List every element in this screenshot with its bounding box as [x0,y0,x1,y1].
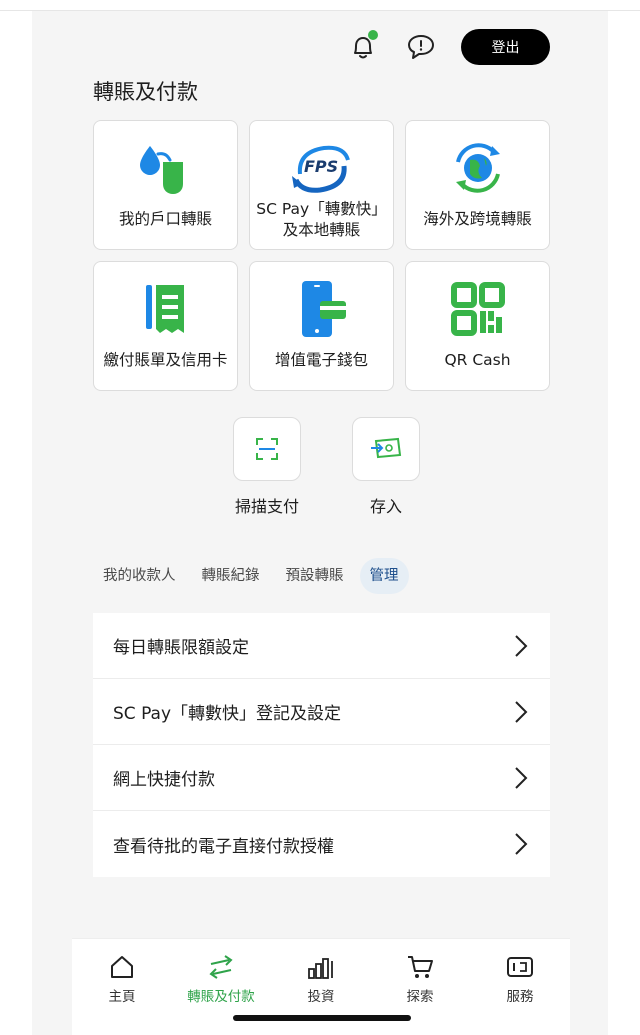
nav-label: 轉賬及付款 [187,989,255,1005]
tile-bill-payment[interactable]: 繳付賬單及信用卡 [93,261,238,391]
list-item-edda-authorization[interactable]: 查看待批的電子直接付款授權 [93,811,550,877]
tab-transfer-history[interactable]: 轉賬紀錄 [192,558,270,594]
chevron-right-icon [515,700,528,723]
tab-payees[interactable]: 我的收款人 [93,558,186,594]
invest-chart-icon [308,958,333,979]
scan-pay-label: 掃描支付 [234,497,299,516]
e-wallet-topup-icon [301,281,346,337]
fps-icon: FPS [291,145,350,193]
chat-icon [408,35,434,59]
deposit-label: 存入 [369,497,402,516]
nav-invest[interactable]: 投資 [276,953,366,1005]
chevron-right-icon [515,766,528,789]
tab-scheduled-transfers[interactable]: 預設轉賬 [276,558,354,594]
home-indicator [233,1015,411,1021]
list-item-label: 每日轉賬限額設定 [113,638,249,658]
notifications-button[interactable] [345,29,381,65]
list-item-online-quick-pay[interactable]: 網上快捷付款 [93,745,550,811]
tile-label: 海外及跨境轉賬 [423,210,532,228]
nav-label: 服務 [506,989,534,1005]
nav-label: 探索 [406,989,434,1005]
cart-icon [408,956,433,978]
list-item-label: 查看待批的電子直接付款授權 [113,836,334,857]
manage-list: 每日轉賬限額設定 SC Pay「轉數快」登記及設定 網上快捷付款 查看待批的電子… [93,613,550,877]
nav-transfer[interactable]: 轉賬及付款 [176,953,266,1005]
tile-label: 我的戶口轉賬 [118,210,212,228]
wallet-service-icon [507,957,533,977]
nav-home[interactable]: 主頁 [77,953,167,1005]
fps-logo-text: FPS [304,157,338,176]
list-item-fps-settings[interactable]: SC Pay「轉數快」登記及設定 [93,679,550,745]
bill-payment-icon [145,285,184,333]
deposit-icon [371,437,402,459]
header: 登出 [0,0,640,80]
scan-pay-button[interactable] [233,417,301,481]
tile-label: QR Cash [444,351,511,369]
logout-button[interactable]: 登出 [461,29,550,65]
tile-overseas-transfer[interactable]: 海外及跨境轉賬 [405,120,550,250]
deposit-button[interactable] [352,417,420,481]
list-item-label: SC Pay「轉數快」登記及設定 [113,704,342,724]
scan-icon [256,438,278,460]
tile-label: SC Pay「轉數快」 及本地轉賬 [254,199,389,241]
tile-label-line2: 及本地轉賬 [282,221,361,239]
list-item-label: 網上快捷付款 [113,770,215,790]
tile-qr-cash[interactable]: QR Cash [405,261,550,391]
tile-label-line1: SC Pay「轉數快」 [256,200,387,218]
chevron-right-icon [515,634,528,657]
tile-label: 增值電子錢包 [274,351,368,369]
nav-services[interactable]: 服務 [475,953,565,1005]
tab-bar: 我的收款人 轉賬紀錄 預設轉賬 管理 [93,558,415,594]
home-icon [111,956,133,978]
messages-button[interactable] [403,29,439,65]
tile-ewallet-topup[interactable]: 增值電子錢包 [249,261,394,391]
page-title: 轉賬及付款 [93,80,198,104]
notification-dot [368,30,378,40]
nav-label: 主頁 [108,989,136,1005]
tab-manage[interactable]: 管理 [359,558,409,594]
nav-explore[interactable]: 探索 [375,953,465,1005]
nav-label: 投資 [307,989,335,1005]
own-account-transfer-icon [139,146,183,194]
overseas-transfer-icon [455,143,500,193]
tile-label: 繳付賬單及信用卡 [103,351,228,369]
list-item-daily-limit[interactable]: 每日轉賬限額設定 [93,613,550,679]
tile-fps-transfer[interactable]: FPS SC Pay「轉數快」 及本地轉賬 [249,120,394,250]
transfer-icon [209,955,233,979]
tile-own-account-transfer[interactable]: 我的戶口轉賬 [93,120,238,250]
qr-code-icon [450,282,505,336]
chevron-right-icon [515,833,528,855]
